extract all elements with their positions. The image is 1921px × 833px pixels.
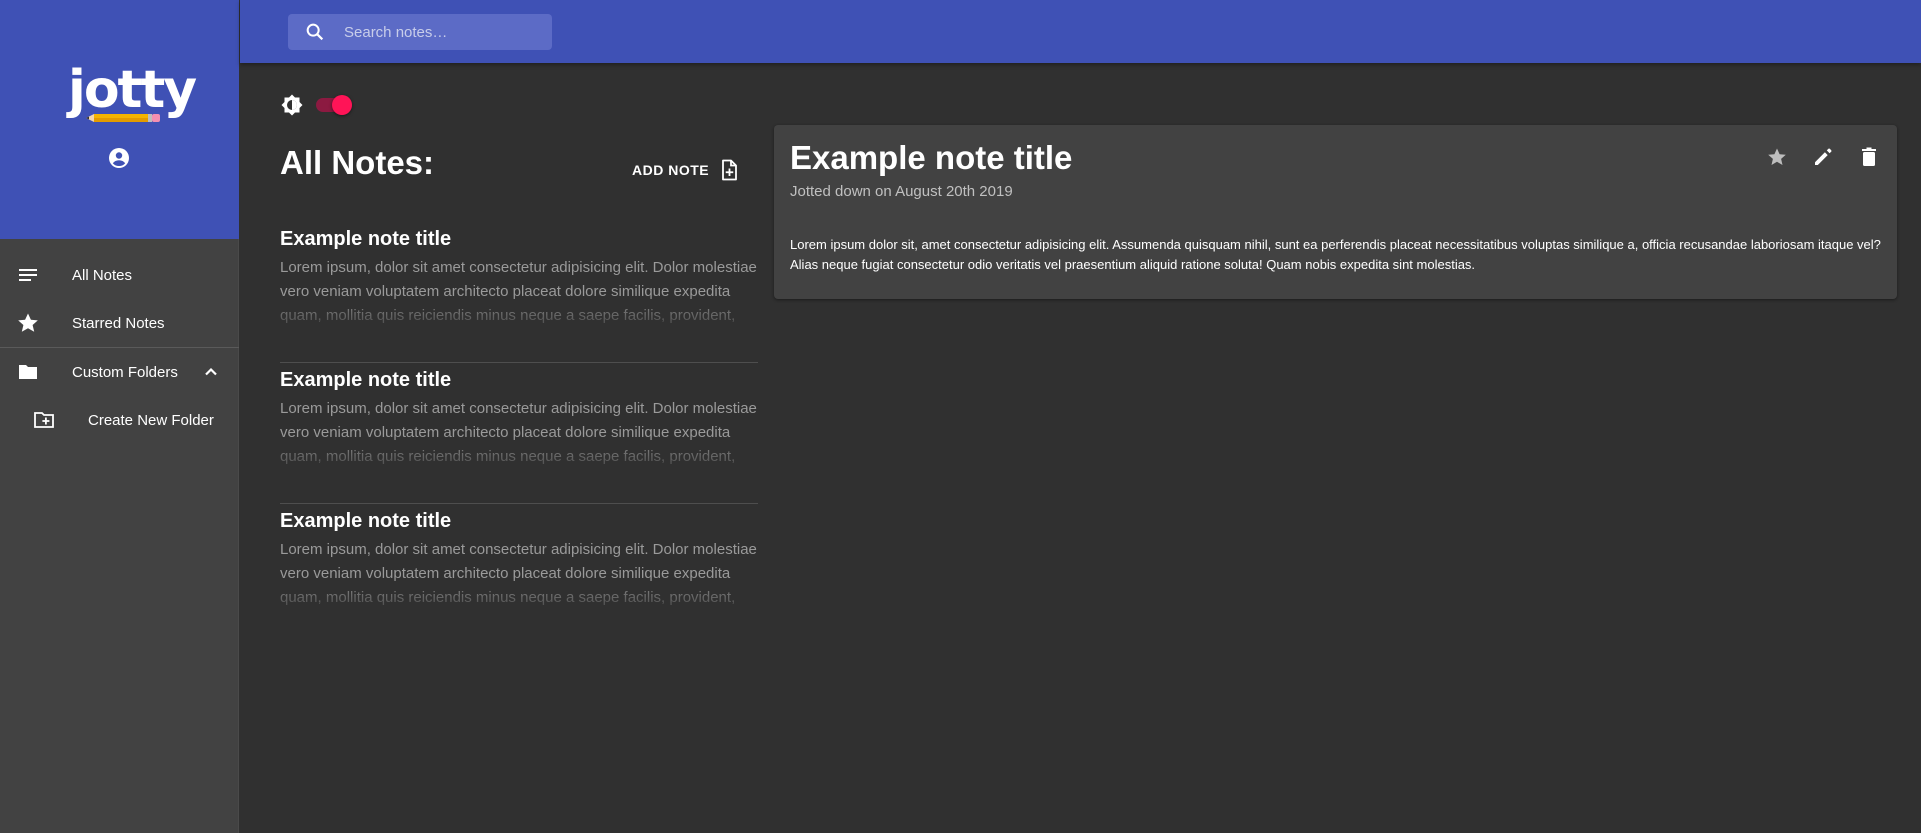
note-item-title: Example note title	[280, 510, 452, 532]
star-icon	[18, 313, 38, 332]
note-list: Example note title Lorem ipsum, dolor si…	[280, 222, 758, 645]
sidebar-item-all-notes[interactable]: All Notes	[0, 251, 239, 299]
edit-icon[interactable]	[1811, 145, 1835, 169]
app-logo[interactable]: jotty	[64, 60, 197, 126]
sidebar-item-create-new-folder[interactable]: Create New Folder	[0, 396, 239, 444]
add-note-label: ADD NOTE	[632, 162, 710, 178]
logo-text: jotty	[68, 60, 197, 120]
search-box[interactable]	[288, 14, 552, 50]
note-body[interactable]: Lorem ipsum dolor sit, amet consectetur …	[790, 235, 1890, 275]
sidebar: jotty All Notes Starred Notes Custom Fol…	[0, 0, 239, 833]
note-actions	[1765, 145, 1881, 169]
note-date: Jotted down on August 20th 2019	[790, 183, 1013, 200]
search-input[interactable]	[344, 14, 544, 50]
sidebar-item-label: All Notes	[72, 266, 133, 284]
sidebar-nav: All Notes Starred Notes Custom Folders C…	[0, 251, 239, 444]
note-list-item[interactable]: Example note title Lorem ipsum, dolor si…	[280, 222, 758, 363]
sidebar-item-label: Starred Notes	[72, 314, 165, 332]
sidebar-item-label: Custom Folders	[72, 363, 178, 381]
note-item-title: Example note title	[280, 369, 452, 391]
dark-mode-toggle[interactable]	[316, 95, 352, 115]
note-list-item[interactable]: Example note title Lorem ipsum, dolor si…	[280, 504, 758, 645]
note-item-excerpt: Lorem ipsum, dolor sit amet consectetur …	[280, 400, 757, 465]
top-app-bar	[240, 0, 1921, 63]
note-list-item[interactable]: Example note title Lorem ipsum, dolor si…	[280, 363, 758, 504]
delete-icon[interactable]	[1857, 145, 1881, 169]
add-note-button[interactable]: ADD NOTE	[632, 156, 741, 184]
sidebar-item-starred-notes[interactable]: Starred Notes	[0, 299, 239, 347]
folder-icon	[19, 365, 37, 379]
brand-header: jotty	[0, 0, 239, 239]
sidebar-item-label: Create New Folder	[88, 411, 214, 429]
sidebar-item-custom-folders[interactable]: Custom Folders	[0, 348, 239, 396]
note-add-icon	[722, 159, 738, 181]
pencil-icon	[86, 114, 160, 122]
brightness-icon	[281, 94, 303, 116]
create-folder-icon	[34, 412, 54, 428]
note-item-excerpt: Lorem ipsum, dolor sit amet consectetur …	[280, 259, 757, 324]
list-icon	[19, 269, 37, 281]
note-item-title: Example note title	[280, 228, 452, 250]
star-icon[interactable]	[1765, 145, 1789, 169]
account-icon[interactable]	[107, 146, 131, 170]
note-title: Example note title	[790, 139, 1073, 176]
page-title: All Notes:	[280, 144, 435, 181]
note-detail-card: Example note title Jotted down on August…	[774, 125, 1897, 299]
chevron-up-icon[interactable]	[199, 360, 223, 384]
toggle-knob	[332, 95, 352, 115]
search-icon	[306, 23, 324, 41]
note-item-excerpt: Lorem ipsum, dolor sit amet consectetur …	[280, 541, 757, 606]
